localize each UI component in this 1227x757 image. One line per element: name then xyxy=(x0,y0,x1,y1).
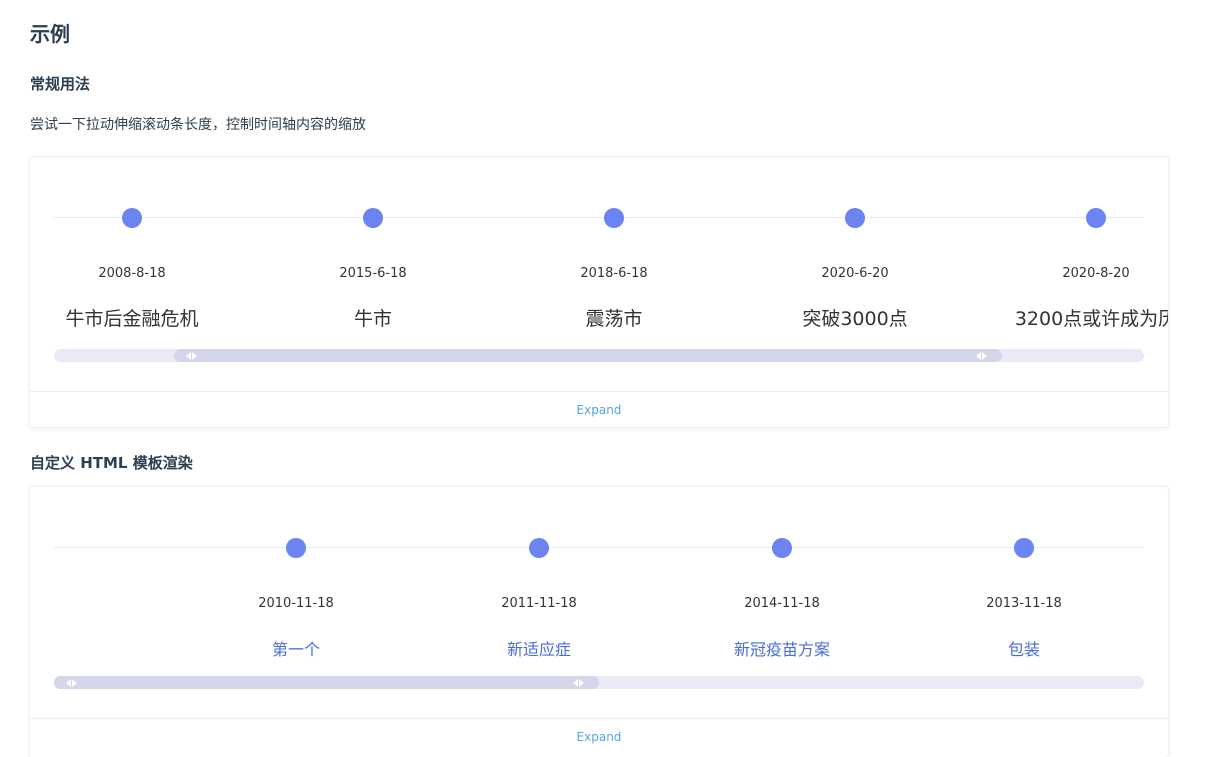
timeline-date: 2013-11-18 xyxy=(986,596,1062,611)
timeline-dot[interactable] xyxy=(604,208,624,228)
zoom-handle-right[interactable] xyxy=(571,676,585,689)
timeline-date: 2014-11-18 xyxy=(744,596,820,611)
timeline-dot[interactable] xyxy=(1086,208,1106,228)
zoom-scrollbar-track[interactable] xyxy=(54,349,1144,362)
arrow-right-icon xyxy=(191,351,197,360)
zoom-scrollbar-track[interactable] xyxy=(54,676,1144,689)
timeline-date: 2020-6-20 xyxy=(821,266,889,281)
timeline-content-link[interactable]: 包装 xyxy=(1008,637,1040,663)
timeline-date: 2008-8-18 xyxy=(98,266,166,281)
timeline-dot[interactable] xyxy=(1014,538,1034,558)
timeline-card-basic: 2008-8-18 2015-6-18 2018-6-18 2020-6-20 … xyxy=(29,156,1169,428)
timeline-dot[interactable] xyxy=(363,208,383,228)
timeline-date: 2015-6-18 xyxy=(339,266,407,281)
card-footer: Expand xyxy=(30,718,1168,754)
expand-link[interactable]: Expand xyxy=(577,403,622,417)
timeline-dot[interactable] xyxy=(286,538,306,558)
section-title-basic: 常规用法 xyxy=(30,75,91,93)
timeline-content: 震荡市 xyxy=(585,308,643,330)
timeline-content: 突破3000点 xyxy=(802,308,908,330)
timeline-dot[interactable] xyxy=(529,538,549,558)
expand-link[interactable]: Expand xyxy=(577,730,622,744)
timeline-date: 2020-8-20 xyxy=(1062,266,1130,281)
timeline-card-custom: 2010-11-18 2011-11-18 2014-11-18 2013-11… xyxy=(29,486,1169,757)
arrow-right-icon xyxy=(71,678,77,687)
arrow-left-icon xyxy=(975,351,981,360)
timeline-content: 牛市 xyxy=(353,308,393,330)
timeline-dot[interactable] xyxy=(845,208,865,228)
arrow-right-icon xyxy=(981,351,987,360)
arrow-right-icon xyxy=(578,678,584,687)
page-title: 示例 xyxy=(30,22,70,46)
timeline-dot[interactable] xyxy=(772,538,792,558)
timeline-date: 2018-6-18 xyxy=(580,266,648,281)
section-description: 尝试一下拉动伸缩滚动条长度，控制时间轴内容的缩放 xyxy=(30,117,366,133)
zoom-handle-left[interactable] xyxy=(184,349,198,362)
zoom-handle-left[interactable] xyxy=(64,676,78,689)
timeline-content-link[interactable]: 新适应症 xyxy=(507,637,571,663)
zoom-scrollbar-thumb[interactable] xyxy=(174,349,1002,362)
timeline-date: 2011-11-18 xyxy=(501,596,577,611)
arrow-left-icon xyxy=(65,678,71,687)
arrow-left-icon xyxy=(185,351,191,360)
section-title-custom: 自定义 HTML 模板渲染 xyxy=(30,454,193,472)
timeline-axis xyxy=(54,547,1144,548)
arrow-left-icon xyxy=(572,678,578,687)
timeline-axis xyxy=(54,217,1144,218)
timeline-dot[interactable] xyxy=(122,208,142,228)
timeline-content: 牛市后金融危机 xyxy=(65,308,199,330)
timeline-content: 3200点或许成为历 xyxy=(1014,308,1169,330)
zoom-scrollbar-thumb[interactable] xyxy=(54,676,599,689)
timeline-content-link[interactable]: 新冠疫苗方案 xyxy=(734,637,830,663)
zoom-handle-right[interactable] xyxy=(974,349,988,362)
timeline-content-link[interactable]: 第一个 xyxy=(272,637,320,663)
timeline-date: 2010-11-18 xyxy=(258,596,334,611)
card-footer: Expand xyxy=(30,391,1168,427)
